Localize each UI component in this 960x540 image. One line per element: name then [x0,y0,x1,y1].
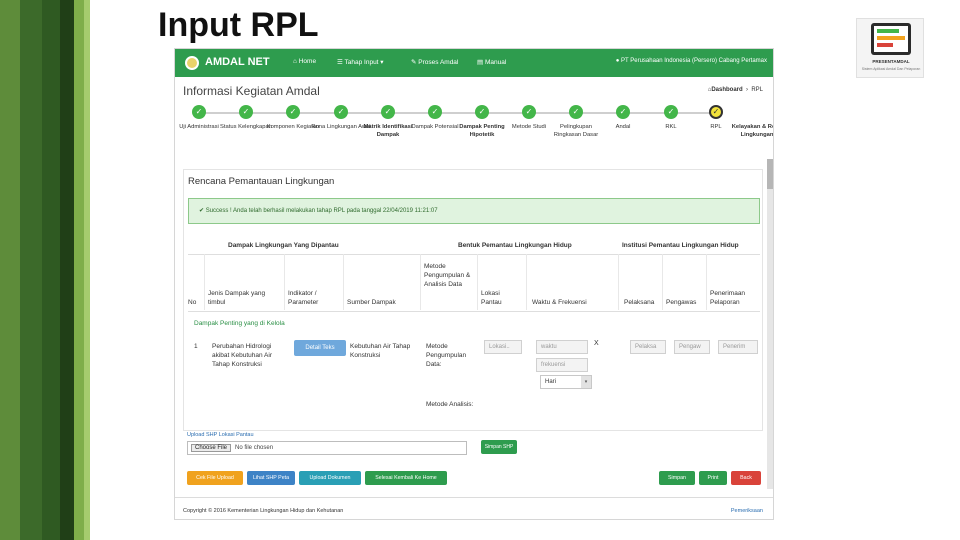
logo-subcaption: Sistem Aplikasi Amdal Dan Pelaporan [861,67,921,71]
step-active-icon: ✓ [709,105,723,119]
row-jenis-dampak: Perubahan Hidrologi akibat Kebutuhan Air… [212,343,272,368]
check-icon: ✓ [334,105,348,119]
check-icon: ✓ [522,105,536,119]
check-icon: ✓ [475,105,489,119]
col-no: No [188,299,197,306]
remove-row-icon[interactable]: X [594,340,599,347]
user-menu[interactable]: ● PT Perusahaan Indonesia (Persero) Caba… [616,58,767,64]
action-button-2[interactable]: Upload Dokumen [299,471,361,485]
breadcrumb: ⌂Dashboard › RPL [707,87,763,93]
row-metode-analisis: Metode Analisis: [426,401,474,408]
logo-caption: PRESENTAMDAL [872,59,910,64]
decor-stripe [20,0,42,540]
brand-name: AMDAL NET [205,56,270,68]
back-button[interactable]: Back [731,471,761,485]
file-status: No file chosen [235,445,274,451]
check-icon: ✓ [616,105,630,119]
col-waktu: Waktu & Frekuensi [532,299,587,306]
scrollbar[interactable] [767,159,773,489]
nav-home[interactable]: ⌂ Home [293,58,316,65]
decor-stripe [42,0,60,540]
row-no: 1 [194,343,198,350]
check-icon: ✓ [286,105,300,119]
check-icon [750,105,764,119]
decor-stripe [60,0,74,540]
footer-link[interactable]: Pemeriksaan [731,508,763,514]
print-button[interactable]: Print [699,471,727,485]
section-title: Rencana Pemantauan Lingkungan [188,176,335,187]
top-navbar: AMDAL NET ⌂ Home ☰ Tahap Input ▾ ✎ Prose… [175,49,773,77]
upload-shp-label: Upload SHP Lokasi Pantau [187,432,254,438]
shp-file-input[interactable]: Choose File No file chosen [187,441,467,455]
group-header-bentuk: Bentuk Pemantau Lingkungan Hidup [458,242,572,249]
col-jenis: Jenis Dampak yang timbul [208,290,266,306]
app-logo: PRESENTAMDAL Sistem Aplikasi Amdal Dan P… [856,18,924,78]
save-button[interactable]: Simpan [659,471,695,485]
choose-file-button[interactable]: Choose File [191,444,232,452]
col-pengawas: Pengawas [666,299,697,306]
check-icon: ✓ [192,105,206,119]
nav-tahap-input[interactable]: ☰ Tahap Input ▾ [337,58,384,66]
lokasi-input[interactable]: Lokasi.. [484,340,522,354]
chevron-down-icon: ▾ [581,376,591,388]
decor-stripe [0,0,20,540]
group-header-institusi: Institusi Pemantau Lingkungan Hidup [622,242,739,249]
breadcrumb-dashboard[interactable]: ⌂Dashboard [708,87,743,93]
detail-text-button[interactable]: Detail Teks [294,340,346,356]
check-icon: ✓ [664,105,678,119]
col-sumber: Sumber Dampak [347,299,396,306]
group-label-dampak-penting: Dampak Penting yang di Kelola [194,320,285,327]
waktu-input[interactable]: waktu [536,340,588,354]
check-icon: ✓ [569,105,583,119]
success-alert: ✔ Success ! Anda telah berhasil melakuka… [188,198,760,224]
decor-stripe [84,0,90,540]
nav-manual[interactable]: ▤ Manual [477,58,506,66]
group-header-dampak: Dampak Lingkungan Yang Dipantau [228,242,339,249]
col-metode: Metode Pengumpulan & Analisis Data [424,263,471,288]
action-button-0[interactable]: Cek File Upload [187,471,243,485]
slide: Input RPL PRESENTAMDAL Sistem Aplikasi A… [0,0,960,540]
step-label: Kelayakan & Rona Lingkungan [731,124,774,138]
satuan-select[interactable]: Hari ▾ [540,375,592,389]
page-title: Informasi Kegiatan Amdal [183,84,320,98]
app-screenshot: AMDAL NET ⌂ Home ☰ Tahap Input ▾ ✎ Prose… [174,48,774,520]
slide-title: Input RPL [158,6,319,44]
ministry-logo-icon [185,56,199,70]
col-penerimaan: Penerimaan Pelaporan [710,290,746,306]
penerima-input[interactable]: Penerim [718,340,758,354]
action-button-1[interactable]: Lihat SHP Peta [247,471,295,485]
step-12[interactable]: Kelayakan & Rona Lingkungan [727,105,774,139]
frekuensi-input[interactable]: frekuensi [536,358,588,372]
breadcrumb-current: RPL [751,87,763,93]
footer-copyright: Copyright © 2016 Kementerian Lingkungan … [183,508,344,514]
check-icon: ✓ [239,105,253,119]
pengawas-input[interactable]: Pengaw [674,340,710,354]
nav-proses-amdal[interactable]: ✎ Proses Amdal [411,58,458,66]
check-icon: ✓ [381,105,395,119]
row-metode-pengumpulan: Metode Pengumpulan Data: [426,343,467,368]
col-indikator: Indikator / Parameter [288,290,319,306]
check-icon: ✓ [428,105,442,119]
row-sumber-dampak: Kebutuhan Air Tahap Konstruksi [350,343,411,359]
col-lokasi: Lokasi Pantau [481,290,502,306]
rpl-panel: Rencana Pemantauan Lingkungan ✔ Success … [183,169,763,431]
decor-stripe [74,0,84,540]
pelaksana-input[interactable]: Pelaksa [630,340,666,354]
save-shp-button[interactable]: Simpan SHP [481,440,517,454]
monitor-icon [871,23,911,55]
action-button-3[interactable]: Selesai Kembali Ke Home [365,471,447,485]
col-pelaksana: Pelaksana [624,299,655,306]
